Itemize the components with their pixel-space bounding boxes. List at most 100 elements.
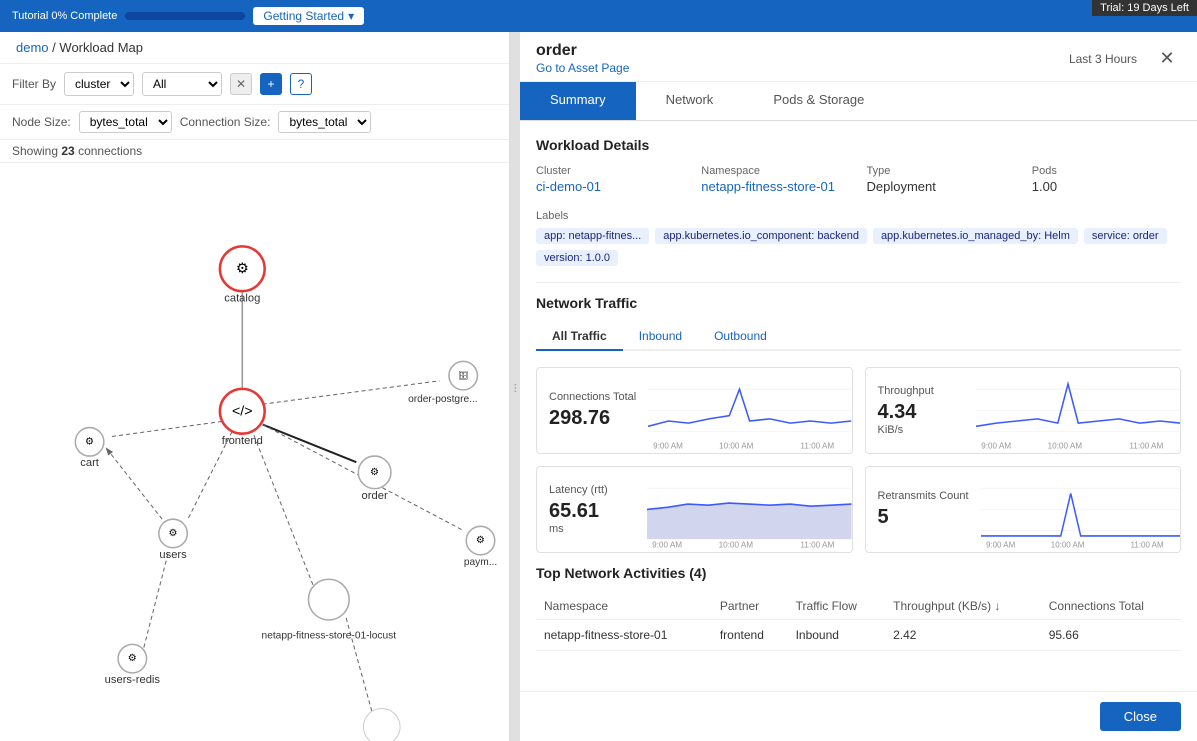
cluster-detail: Cluster ci-demo-01	[536, 165, 685, 194]
node-ip[interactable]: 10.42.1.1	[358, 709, 405, 741]
metric-left-connections: Connections Total 298.76	[537, 368, 648, 453]
node-cart[interactable]: ⚙ cart	[75, 428, 104, 470]
traffic-tab-inbound[interactable]: Inbound	[623, 323, 698, 351]
namespace-link[interactable]: netapp-fitness-store-01	[701, 179, 835, 194]
chevron-down-icon: ▾	[348, 9, 354, 23]
workload-details-title: Workload Details	[536, 137, 1181, 153]
node-order-postgres-label: order-postgre...	[408, 394, 478, 405]
top-bar: Tutorial 0% Complete Getting Started ▾ T…	[0, 0, 1197, 32]
filter-value-select[interactable]: All	[142, 72, 222, 96]
svg-text:9:00 AM: 9:00 AM	[981, 440, 1011, 450]
add-filter-button[interactable]: +	[260, 73, 282, 95]
throughput-metric-name: Throughput	[878, 385, 964, 397]
svg-text:10:00 AM: 10:00 AM	[719, 539, 754, 549]
drag-handle[interactable]: ···	[510, 32, 520, 741]
connection-count: Showing 23 connections	[0, 140, 509, 163]
cluster-link[interactable]: ci-demo-01	[536, 179, 601, 194]
node-frontend-icon: </>	[232, 403, 253, 419]
label-tag-item: app.kubernetes.io_component: backend	[655, 228, 867, 244]
tab-summary[interactable]: Summary	[520, 82, 636, 120]
panel-header: order Go to Asset Page Last 3 Hours ✕	[520, 32, 1197, 82]
filter-toolbar: Filter By cluster All ✕ + ?	[0, 64, 509, 105]
svg-text:9:00 AM: 9:00 AM	[986, 540, 1015, 549]
node-order[interactable]: ⚙ order	[358, 456, 391, 502]
node-users-redis-label: users-redis	[105, 674, 161, 686]
connections-metric-name: Connections Total	[549, 391, 636, 403]
network-traffic-title: Network Traffic	[536, 295, 1181, 311]
node-catalog-icon: ⚙	[236, 261, 249, 277]
panel-close-button[interactable]: ✕	[1153, 45, 1181, 73]
type-value: Deployment	[867, 179, 936, 194]
node-payment[interactable]: ⚙ paym...	[464, 526, 497, 568]
svg-text:10:00 AM: 10:00 AM	[719, 440, 753, 450]
activities-table: Namespace Partner Traffic Flow Throughpu…	[536, 593, 1181, 651]
node-order-icon: ⚙	[370, 467, 379, 478]
type-detail: Type Deployment	[867, 165, 1016, 194]
retransmits-metric-name: Retransmits Count	[878, 490, 969, 502]
pods-value: 1.00	[1032, 179, 1057, 194]
node-order-label: order	[362, 490, 388, 502]
pods-label: Pods	[1032, 165, 1181, 177]
throughput-metric-unit: KiB/s	[878, 424, 964, 436]
node-users-redis-icon: ⚙	[128, 653, 137, 664]
filter-field-select[interactable]: cluster	[64, 72, 134, 96]
breadcrumb: demo / Workload Map	[0, 32, 509, 64]
divider	[536, 282, 1181, 283]
label-tags: app: netapp-fitnes... app.kubernetes.io_c…	[536, 228, 1181, 266]
graph-edges	[107, 289, 463, 729]
clear-filter-button[interactable]: ✕	[230, 73, 252, 95]
metric-card-throughput: Throughput 4.34 KiB/s 9:00 AM 10:00 AM	[865, 367, 1182, 454]
node-size-select[interactable]: bytes_total	[79, 111, 172, 133]
breadcrumb-demo-link[interactable]: demo	[16, 40, 49, 55]
activities-table-header: Namespace Partner Traffic Flow Throughpu…	[536, 593, 1181, 620]
latency-chart: 9:00 AM 10:00 AM 11:00 AM	[647, 467, 852, 552]
label-tag-item: app: netapp-fitnes...	[536, 228, 649, 244]
row-connections: 95.66	[1041, 619, 1181, 650]
col-throughput[interactable]: Throughput (KB/s) ↓	[885, 593, 1041, 620]
node-users-redis[interactable]: ⚙ users-redis	[105, 644, 161, 686]
node-catalog[interactable]: ⚙ catalog	[220, 246, 265, 304]
asset-page-link[interactable]: Go to Asset Page	[536, 61, 629, 75]
node-frontend[interactable]: </> frontend	[220, 389, 265, 447]
panel-subtitle: Go to Asset Page	[536, 60, 629, 75]
panel-meta: Last 3 Hours ✕	[1069, 45, 1181, 73]
svg-text:11:00 AM: 11:00 AM	[800, 539, 834, 549]
row-traffic-flow: Inbound	[788, 619, 886, 650]
row-throughput: 2.42	[885, 619, 1041, 650]
svg-text:10:00 AM: 10:00 AM	[1050, 540, 1084, 549]
node-locust[interactable]: netapp-fitness-store-01-locust	[262, 579, 397, 641]
svg-text:9:00 AM: 9:00 AM	[652, 539, 682, 549]
panel-title: order	[536, 42, 629, 60]
activities-title: Top Network Activities (4)	[536, 565, 1181, 581]
node-order-postgres-icon: 🗄	[458, 371, 468, 380]
svg-text:11:00 AM: 11:00 AM	[1130, 540, 1163, 549]
row-partner: frontend	[712, 619, 788, 650]
trial-notice: Trial: 19 Days Left	[1092, 0, 1197, 16]
node-users[interactable]: ⚙ users	[159, 519, 188, 561]
time-range-label: Last 3 Hours	[1069, 52, 1137, 66]
table-row: netapp-fitness-store-01 frontend Inbound…	[536, 619, 1181, 650]
activities-section: Top Network Activities (4) Namespace Par…	[536, 565, 1181, 651]
node-size-label: Node Size:	[12, 115, 71, 129]
tab-pods-storage[interactable]: Pods & Storage	[743, 82, 894, 120]
close-footer-button[interactable]: Close	[1100, 702, 1181, 731]
retransmits-metric-value: 5	[878, 506, 969, 529]
getting-started-button[interactable]: Getting Started ▾	[253, 7, 364, 25]
namespace-detail: Namespace netapp-fitness-store-01	[701, 165, 850, 194]
node-frontend-label: frontend	[222, 435, 263, 447]
help-button[interactable]: ?	[290, 73, 312, 95]
traffic-tab-all[interactable]: All Traffic	[536, 323, 623, 351]
svg-text:10:00 AM: 10:00 AM	[1047, 440, 1082, 450]
cluster-label: Cluster	[536, 165, 685, 177]
filter-by-label: Filter By	[12, 77, 56, 91]
tab-network[interactable]: Network	[636, 82, 744, 120]
type-label: Type	[867, 165, 1016, 177]
graph-area: ⚙ catalog </> frontend ⚙ cart	[0, 163, 509, 741]
breadcrumb-current: Workload Map	[59, 40, 143, 55]
breadcrumb-separator: /	[52, 40, 56, 55]
metric-card-connections: Connections Total 298.76 9:00 AM 10:00 A…	[536, 367, 853, 454]
connection-size-select[interactable]: bytes_total	[278, 111, 371, 133]
activities-table-body: netapp-fitness-store-01 frontend Inbound…	[536, 619, 1181, 650]
latency-metric-unit: ms	[549, 523, 635, 535]
traffic-tab-outbound[interactable]: Outbound	[698, 323, 783, 351]
